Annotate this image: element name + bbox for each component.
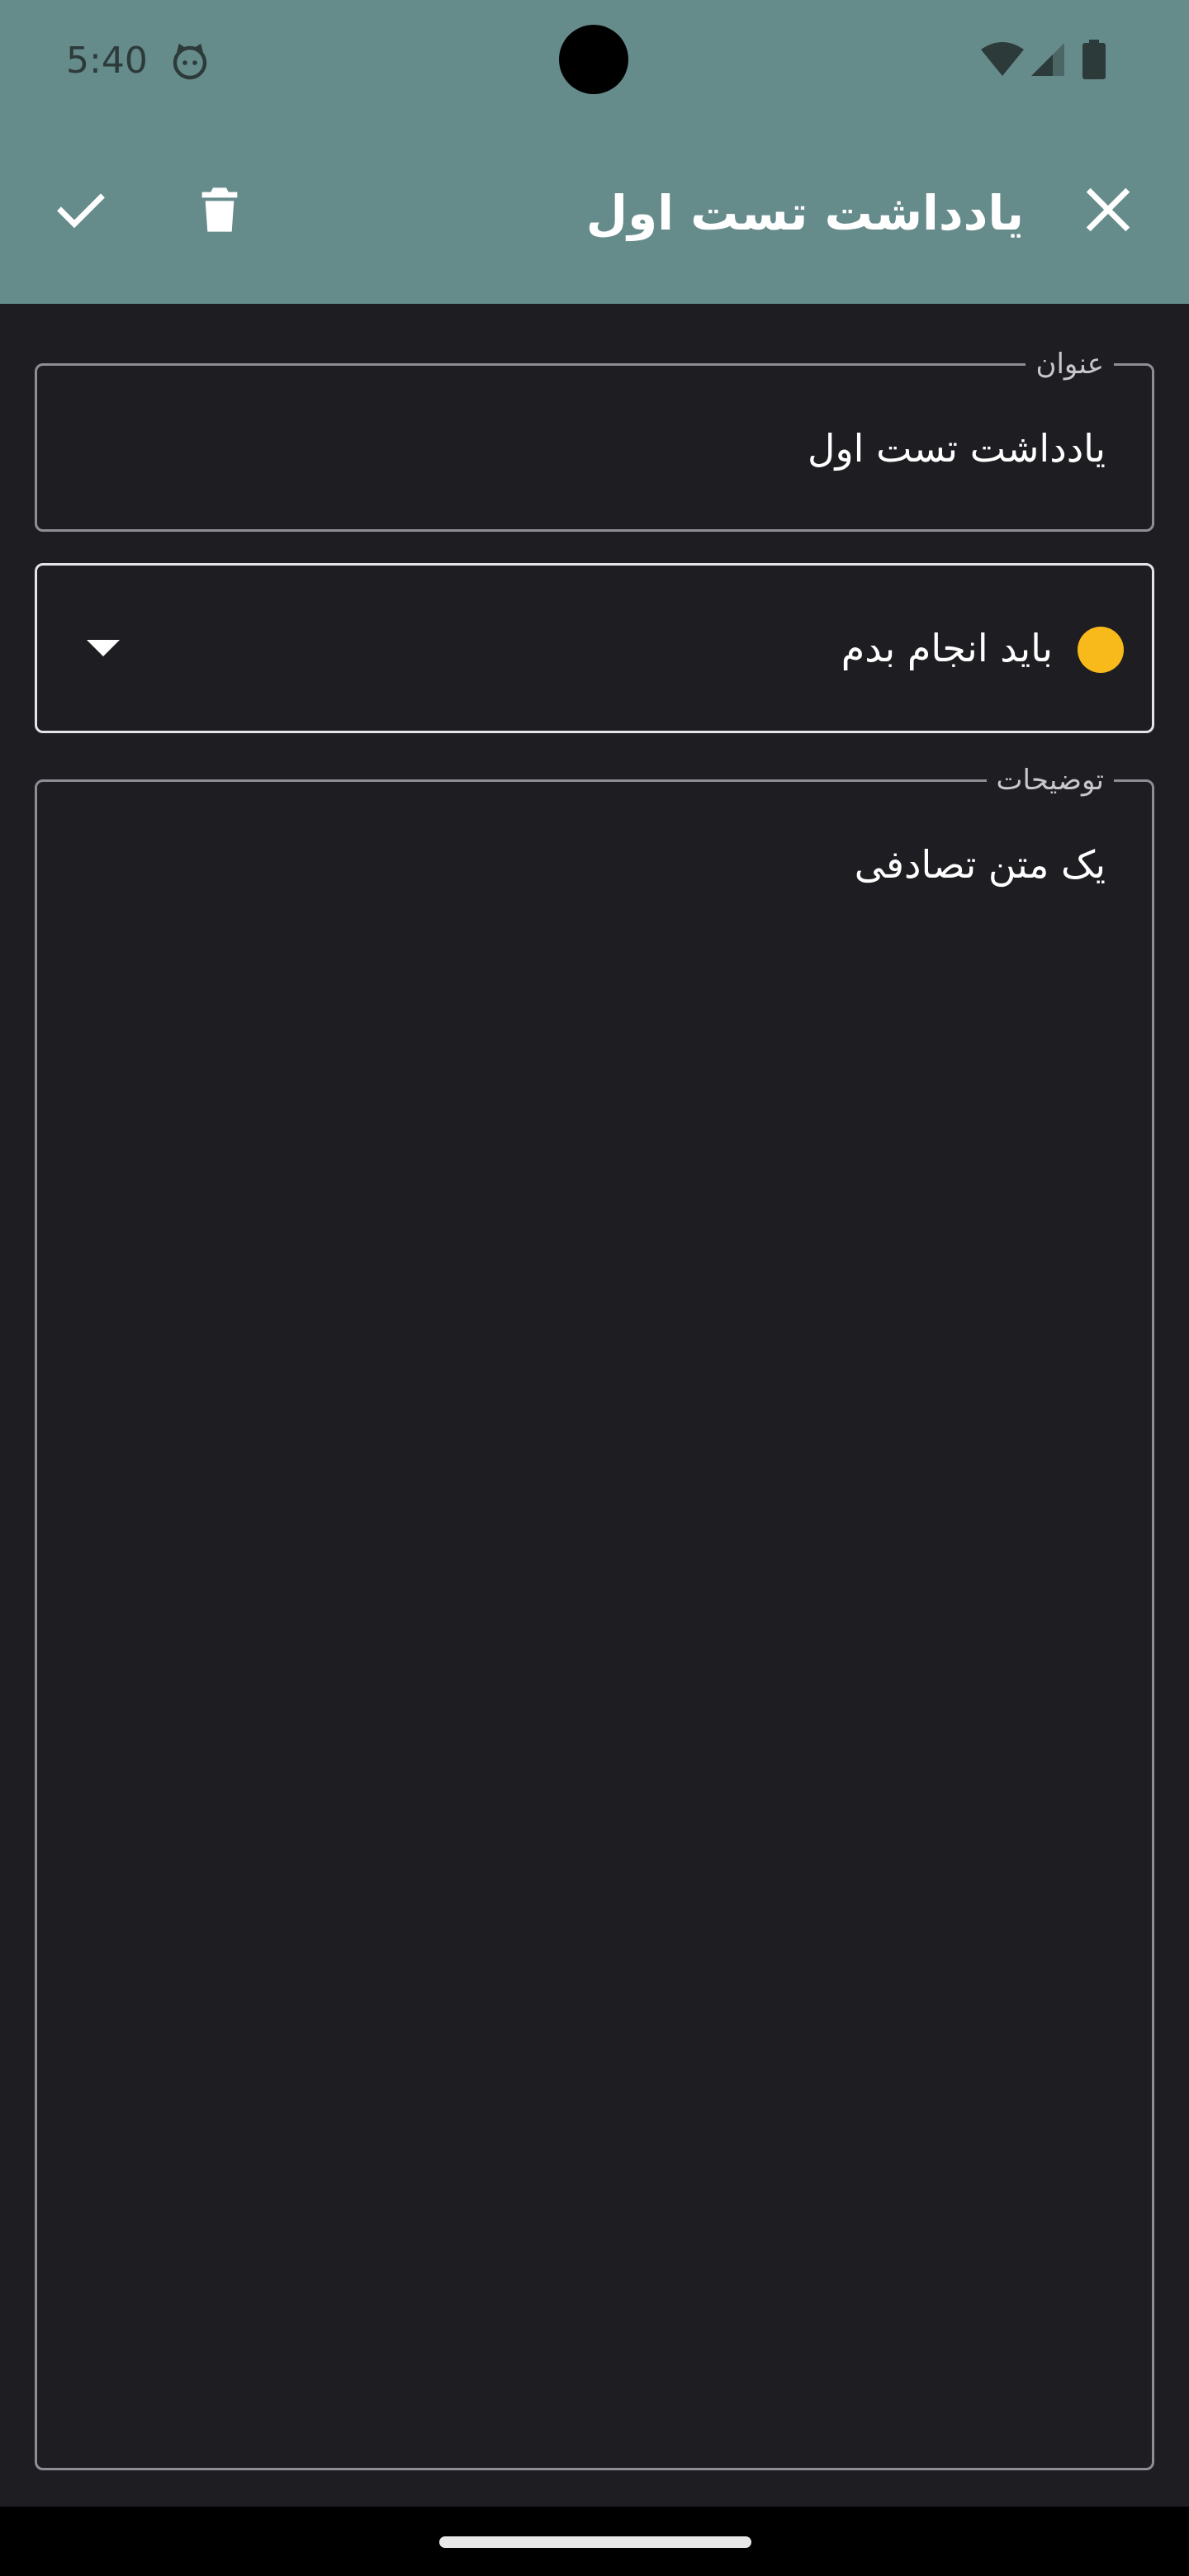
cat-face-icon	[173, 43, 207, 80]
home-gesture-handle[interactable]	[439, 2536, 751, 2548]
battery-icon	[1082, 40, 1106, 79]
description-field-label: توضیحات	[986, 764, 1114, 797]
status-dropdown[interactable]: باید انجام بدم	[35, 563, 1154, 733]
title-field-value[interactable]: یادداشت تست اول	[808, 424, 1106, 473]
navigation-bar	[0, 2507, 1189, 2576]
close-icon[interactable]	[1075, 177, 1141, 243]
dropdown-arrow-icon[interactable]	[87, 640, 120, 656]
description-field[interactable]: توضیحات یک متن تصادفی	[35, 764, 1154, 2470]
title-field[interactable]: عنوان یادداشت تست اول	[35, 348, 1154, 532]
status-selected-value: باید انجام بدم	[841, 626, 1053, 670]
title-field-label: عنوان	[1026, 348, 1114, 381]
check-icon[interactable]	[48, 177, 114, 243]
note-editor-screen: 5:40 یادداشت تست اول عنوان یادداشت تست ا…	[0, 0, 1189, 2576]
signal-icon	[1031, 43, 1064, 76]
app-bar: 5:40 یادداشت تست اول	[0, 0, 1189, 304]
page-title: یادداشت تست اول	[585, 185, 1024, 241]
trash-icon[interactable]	[187, 177, 253, 243]
status-time: 5:40	[66, 40, 148, 82]
description-field-value[interactable]: یک متن تصادفی	[855, 840, 1106, 889]
wifi-icon	[981, 42, 1024, 76]
status-dot	[1078, 627, 1124, 673]
camera-cutout	[559, 25, 628, 94]
